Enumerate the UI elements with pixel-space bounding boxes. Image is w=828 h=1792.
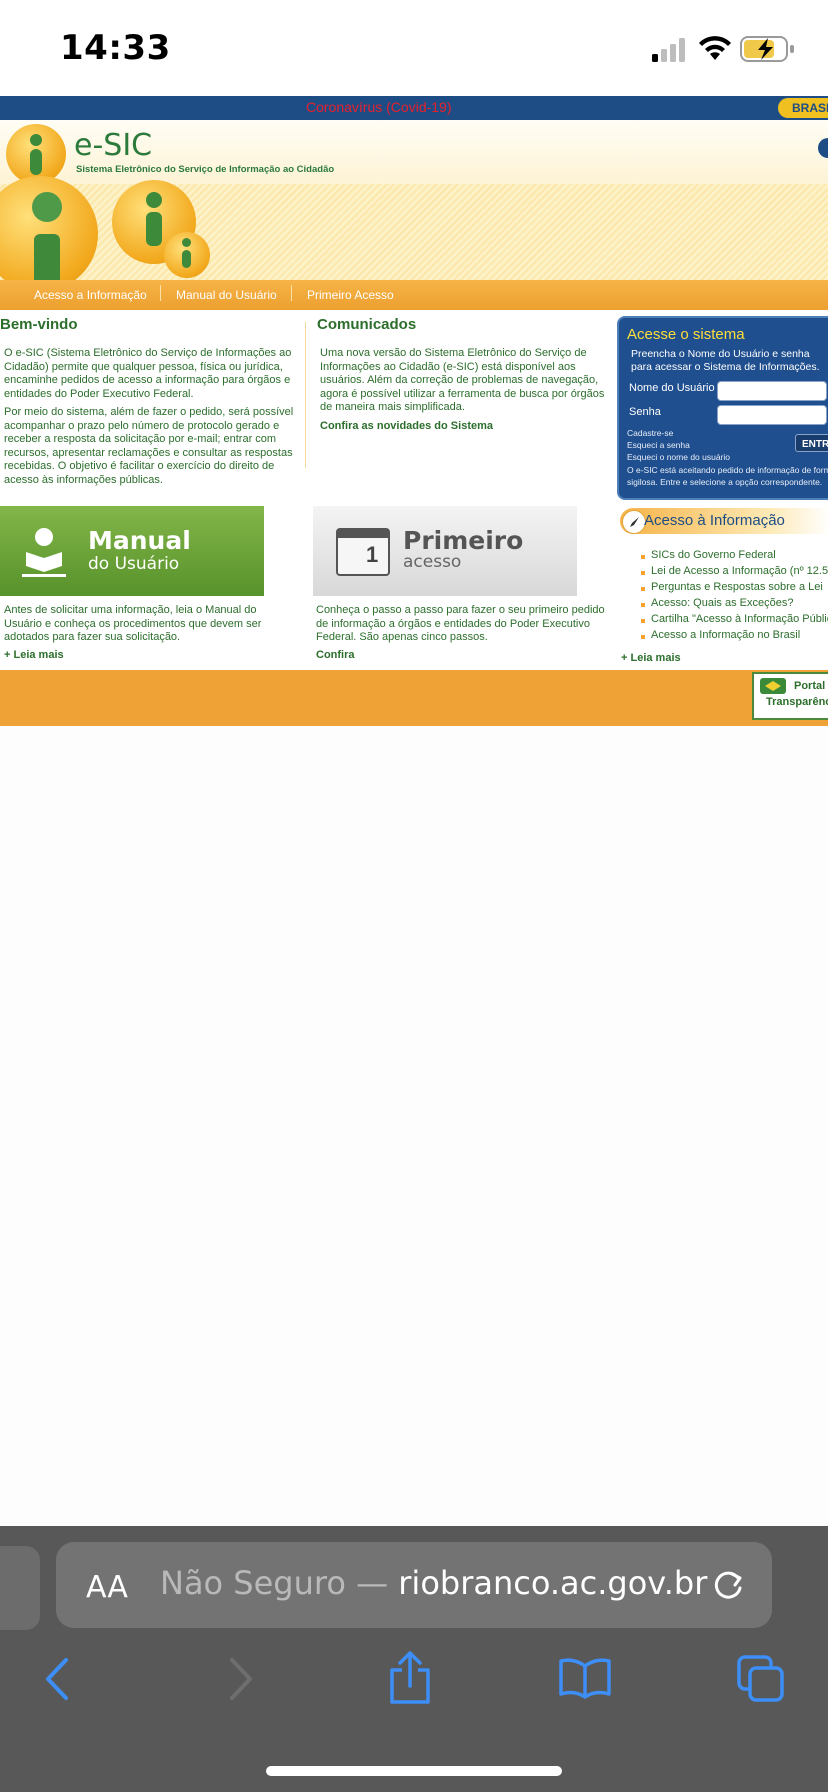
forgot-password-link[interactable]: Esqueci a senha — [627, 440, 690, 450]
bullet — [641, 619, 645, 623]
primeiro-card-title: Primeiro — [403, 526, 524, 555]
password-input[interactable] — [717, 405, 827, 425]
window-icon: 1 — [336, 528, 390, 576]
bullet — [641, 603, 645, 607]
bullet — [641, 555, 645, 559]
welcome-title: Bem-vindo — [0, 316, 78, 333]
gov-top-strip: Coronavírus (Covid-19) BRASIL — [0, 96, 828, 120]
back-icon[interactable] — [40, 1656, 76, 1702]
register-link[interactable]: Cadastre-se — [627, 428, 673, 438]
tabs-icon[interactable] — [736, 1654, 786, 1704]
manual-leia-mais-link[interactable]: + Leia mais — [4, 649, 64, 661]
brasil-tag[interactable]: BRASIL — [778, 98, 828, 118]
battery-charging-icon — [740, 36, 794, 62]
username-input[interactable] — [717, 381, 827, 401]
step-number: 1 — [366, 542, 379, 567]
nav-divider — [291, 285, 292, 301]
primeiro-acesso-card[interactable]: 1 Primeiro acesso — [313, 506, 577, 596]
nav-acesso-informacao[interactable]: Acesso a Informação — [34, 288, 147, 302]
portal-line-2: Transparência — [766, 696, 828, 708]
comunicados-text: Uma nova versão do Sistema Eletrônico do… — [320, 347, 605, 413]
home-indicator — [266, 1766, 562, 1776]
esic-logo-icon — [6, 124, 66, 184]
portal-transparencia-link[interactable]: Portal Transparência — [752, 672, 828, 720]
login-footnote: O e-SIC está aceitando pedido de informa… — [627, 465, 828, 487]
acesso-link-excecoes[interactable]: Acesso: Quais as Exceções? — [651, 597, 793, 609]
compass-icon — [622, 510, 646, 534]
manual-card-title: Manual — [88, 526, 191, 555]
status-bar: 14:33 — [0, 0, 828, 96]
url-security-prefix: Não Seguro — — [160, 1564, 399, 1602]
comunicados-title: Comunicados — [317, 316, 417, 333]
wifi-icon — [699, 36, 731, 60]
web-page: Coronavírus (Covid-19) BRASIL e-SIC Sist… — [0, 96, 828, 728]
password-label: Senha — [629, 406, 661, 418]
primeiro-card-subtitle: acesso — [403, 552, 462, 572]
share-icon[interactable] — [386, 1650, 434, 1706]
main-nav: Acesso a Informação Manual do Usuário Pr… — [0, 280, 828, 310]
login-panel: Acesse o sistema Preencha o Nome do Usuá… — [617, 316, 828, 500]
acesso-link-sics[interactable]: SICs do Governo Federal — [651, 549, 776, 561]
manual-card-description: Antes de solicitar uma informação, leia … — [4, 604, 262, 643]
previous-tab-peek[interactable] — [0, 1546, 40, 1630]
manual-card-subtitle: do Usuário — [88, 554, 180, 574]
bookmarks-icon[interactable] — [558, 1656, 612, 1700]
acesso-link-perguntas[interactable]: Perguntas e Respostas sobre a Lei — [651, 581, 823, 593]
nav-primeiro-acesso[interactable]: Primeiro Acesso — [307, 288, 394, 302]
url-text[interactable]: Não Seguro — riobranco.ac.gov.br — [160, 1564, 707, 1602]
column-divider — [305, 322, 306, 468]
decorative-info-bubble-icon — [164, 232, 210, 278]
nav-divider — [160, 285, 161, 301]
acesso-leia-mais-link[interactable]: + Leia mais — [621, 652, 681, 664]
comunicados-link[interactable]: Confira as novidades do Sistema — [320, 420, 493, 432]
nav-manual-usuario[interactable]: Manual do Usuário — [176, 288, 277, 302]
bullet — [641, 635, 645, 639]
acesso-link-lei[interactable]: Lei de Acesso a Informação (nº 12.527) — [651, 565, 828, 577]
primeiro-confira-link[interactable]: Confira — [316, 649, 355, 661]
signal-icon — [652, 38, 685, 62]
site-banner: e-SIC Sistema Eletrônico do Serviço de I… — [0, 120, 828, 294]
reader-book-icon — [22, 528, 66, 577]
manual-usuario-card[interactable]: Manual do Usuário — [0, 506, 264, 596]
decorative-info-bubble-icon — [0, 176, 98, 294]
portal-line-1: Portal — [794, 680, 826, 692]
login-submit-button[interactable]: ENTRAR — [795, 434, 828, 452]
url-domain: riobranco.ac.gov.br — [398, 1564, 708, 1602]
clock: 14:33 — [60, 28, 171, 68]
brazil-flag-icon — [760, 678, 786, 694]
logo-title: e-SIC — [74, 128, 153, 163]
logo-subtitle: Sistema Eletrônico do Serviço de Informa… — [76, 164, 335, 175]
login-intro: Preencha o Nome do Usuário e senha para … — [631, 348, 820, 373]
footer-bar — [0, 670, 828, 726]
primeiro-card-description: Conheça o passo a passo para fazer o seu… — [316, 604, 605, 643]
acesso-link-cartilha[interactable]: Cartilha "Acesso à Informação Pública" — [651, 613, 828, 625]
acesso-link-brasil[interactable]: Acesso a Informação no Brasil — [651, 629, 800, 641]
login-title: Acesse o sistema — [627, 326, 745, 343]
welcome-paragraph-2: Por meio do sistema, além de fazer o ped… — [4, 406, 294, 486]
forgot-username-link[interactable]: Esqueci o nome do usuário — [627, 452, 730, 462]
welcome-paragraph-1: O e-SIC (Sistema Eletrônico do Serviço d… — [4, 347, 292, 400]
covid-link[interactable]: Coronavírus (Covid-19) — [306, 99, 452, 115]
bullet — [641, 571, 645, 575]
bullet — [641, 587, 645, 591]
forward-icon — [230, 1658, 252, 1700]
username-label: Nome do Usuário — [629, 382, 715, 394]
text-size-button[interactable]: AA — [86, 1570, 128, 1605]
acesso-info-title: Acesso à Informação — [644, 512, 785, 529]
reload-icon[interactable] — [710, 1568, 746, 1604]
